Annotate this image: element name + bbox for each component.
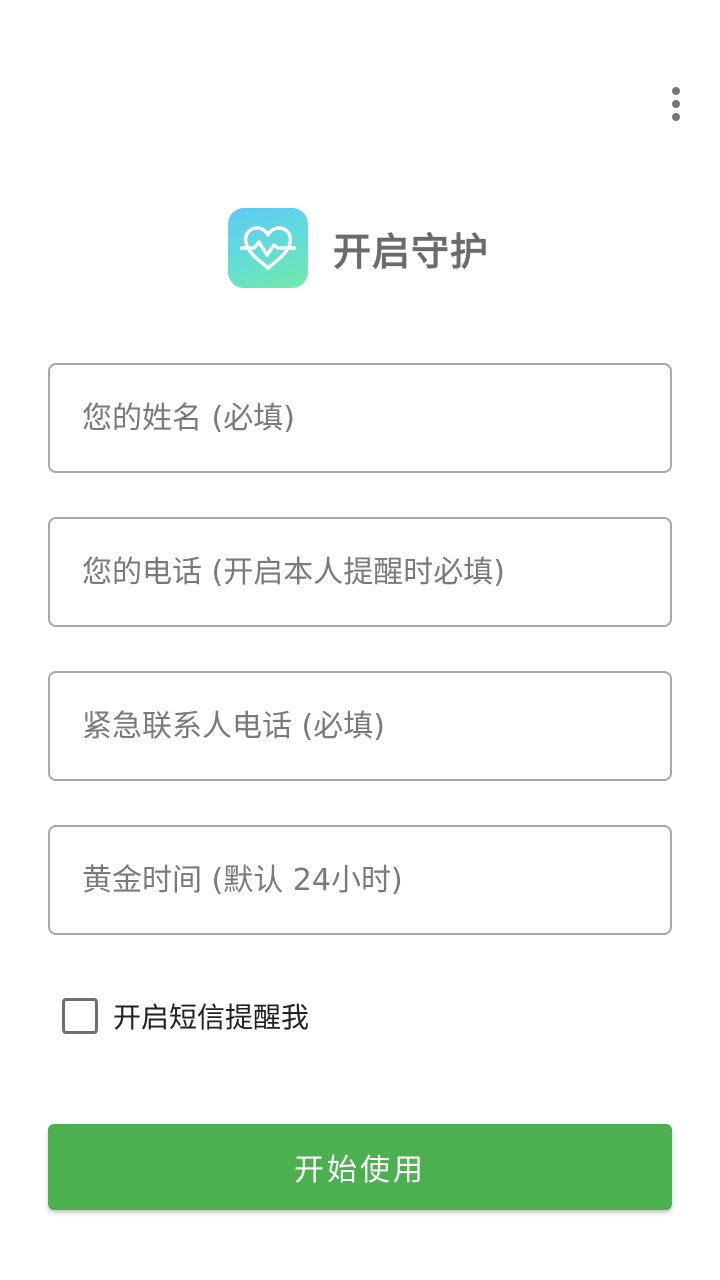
- more-vert-icon: [672, 87, 680, 95]
- emergency-contact-input[interactable]: [50, 673, 670, 779]
- more-vert-icon-dot: [672, 113, 680, 121]
- emergency-contact-field[interactable]: [48, 671, 672, 781]
- more-vert-icon-dot: [672, 100, 680, 108]
- overflow-menu-button[interactable]: [656, 84, 696, 124]
- app-logo: [228, 208, 308, 288]
- sms-reminder-checkbox[interactable]: [62, 998, 98, 1034]
- golden-time-field[interactable]: [48, 825, 672, 935]
- start-button[interactable]: 开始使用: [48, 1124, 672, 1210]
- golden-time-input[interactable]: [50, 827, 670, 933]
- name-field[interactable]: [48, 363, 672, 473]
- sms-reminder-option[interactable]: 开启短信提醒我: [62, 997, 309, 1035]
- app-header: 开启守护: [228, 208, 489, 288]
- name-input[interactable]: [50, 365, 670, 471]
- phone-field[interactable]: [48, 517, 672, 627]
- phone-input[interactable]: [50, 519, 670, 625]
- heart-pulse-icon: [240, 226, 296, 270]
- sms-reminder-label: 开启短信提醒我: [113, 1001, 310, 1034]
- page-title: 开启守护: [333, 229, 490, 274]
